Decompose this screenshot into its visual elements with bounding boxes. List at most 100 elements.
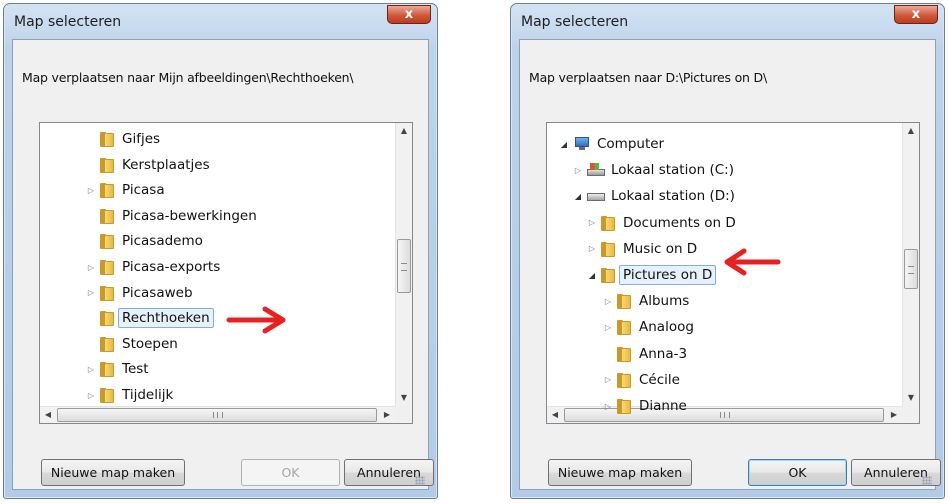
scroll-right-arrow-icon[interactable]: ▶	[379, 407, 395, 423]
vertical-scroll-thumb[interactable]	[397, 239, 411, 293]
scroll-down-arrow-icon[interactable]: ▼	[903, 390, 919, 406]
new-folder-button[interactable]: Nieuwe map maken	[548, 459, 692, 486]
tree-item[interactable]: Picasa-bewerkingen	[84, 204, 257, 228]
tree-item[interactable]: ▷ Picasa-exports	[84, 255, 220, 279]
collapse-arrow-icon[interactable]: ◢	[585, 271, 599, 280]
tree-item-label: Cécile	[639, 371, 680, 388]
red-arrow-left-icon	[724, 248, 781, 276]
folder-icon	[100, 233, 114, 250]
tree-item[interactable]: ▷ Picasa	[84, 178, 165, 202]
select-folder-dialog-left: Map selecteren x Map verplaatsen naar Mi…	[3, 3, 438, 499]
resize-grip-icon[interactable]	[922, 476, 932, 486]
scrollbar-corner	[902, 406, 919, 423]
tree-item[interactable]: Kerstplaatjes	[84, 153, 210, 177]
tree-item[interactable]: ◢ Pictures on D	[585, 263, 717, 287]
tree-item[interactable]: ▷ Music on D	[585, 237, 697, 261]
collapse-arrow-icon[interactable]: ◢	[557, 140, 571, 149]
expand-arrow-icon[interactable]: ▷	[84, 391, 98, 400]
expand-arrow-icon[interactable]: ▷	[601, 297, 615, 306]
tree-item[interactable]: ◢ Lokaal station (D:)	[571, 184, 735, 208]
tree-item-label: Computer	[597, 136, 665, 152]
tree-item-label: Pictures on D	[619, 265, 717, 285]
expand-arrow-icon[interactable]: ▷	[585, 244, 599, 253]
scrollbar-corner	[395, 406, 412, 423]
tree-item[interactable]: ▷ Test	[84, 357, 149, 381]
scroll-left-arrow-icon[interactable]: ◀	[40, 407, 56, 423]
expand-arrow-icon[interactable]: ▷	[601, 323, 615, 332]
expand-arrow-icon[interactable]: ▷	[84, 263, 98, 272]
folder-icon	[601, 215, 615, 231]
vertical-scroll-thumb[interactable]	[904, 249, 918, 289]
folder-icon	[100, 387, 114, 403]
folder-icon	[601, 241, 615, 257]
expand-arrow-icon[interactable]: ▷	[84, 365, 98, 374]
scroll-up-arrow-icon[interactable]: ▲	[903, 123, 919, 139]
folder-tree[interactable]: ▲ ▼ ◀ ▶ Gifjes Kerstplaatjes ▷ Picasa Picasa…	[39, 122, 413, 424]
tree-item[interactable]: Stoepen	[84, 332, 178, 356]
tree-item[interactable]: Gifjes	[84, 127, 160, 151]
tree-item-label: Rechthoeken	[118, 308, 214, 329]
close-button[interactable]: x	[387, 5, 431, 24]
scroll-right-arrow-icon[interactable]: ▶	[886, 407, 902, 423]
folder-icon	[100, 131, 114, 147]
tree-item[interactable]: ◢ Computer	[557, 132, 664, 156]
dialog-title: Map selecteren	[521, 14, 629, 30]
tree-item-label: Picasaweb	[122, 284, 193, 301]
tree-item-label: Tijdelijk	[122, 387, 174, 403]
vertical-scrollbar[interactable]: ▲ ▼	[902, 123, 919, 406]
dialog-title: Map selecteren	[14, 14, 122, 30]
vertical-scrollbar[interactable]: ▲ ▼	[395, 123, 412, 406]
tree-item[interactable]: ▷ Lokaal station (C:)	[571, 158, 734, 182]
tree-item-label: Picasa-bewerkingen	[122, 207, 257, 224]
folder-icon	[100, 259, 114, 275]
ok-button[interactable]: OK	[241, 459, 340, 486]
grip-icon	[213, 412, 223, 418]
tree-item[interactable]: ▷ Tijdelijk	[84, 383, 173, 407]
tree-item-label: Kerstplaatjes	[122, 156, 210, 173]
folder-icon	[617, 346, 631, 362]
collapse-arrow-icon[interactable]: ◢	[571, 192, 585, 201]
folder-icon	[601, 267, 615, 283]
folder-icon	[100, 182, 114, 199]
expand-arrow-icon[interactable]: ▷	[84, 288, 98, 297]
horizontal-scrollbar[interactable]: ◀ ▶	[40, 406, 395, 423]
tree-item-label: Documents on D	[623, 214, 736, 231]
ok-button[interactable]: OK	[748, 459, 847, 486]
tree-item[interactable]: ▷ Documents on D	[585, 211, 736, 235]
new-folder-button[interactable]: Nieuwe map maken	[41, 459, 185, 486]
expand-arrow-icon[interactable]: ▷	[585, 218, 599, 227]
tree-item[interactable]: Rechthoeken	[84, 306, 214, 330]
folder-icon	[617, 319, 631, 336]
expand-arrow-icon[interactable]: ▷	[84, 186, 98, 195]
scroll-left-arrow-icon[interactable]: ◀	[547, 407, 563, 423]
grip-icon	[720, 412, 730, 418]
tree-item[interactable]: ▷ Albums	[601, 289, 689, 313]
tree-item[interactable]: Anna-3	[601, 342, 687, 366]
folder-icon	[100, 157, 114, 173]
tree-item[interactable]: ▷ Dianne	[601, 394, 687, 418]
tree-item-label: Stoepen	[122, 335, 178, 352]
folder-icon	[100, 285, 114, 301]
close-icon: x	[404, 7, 414, 22]
tree-item-label: Analoog	[639, 319, 694, 336]
horizontal-scroll-thumb[interactable]	[57, 408, 377, 422]
scroll-up-arrow-icon[interactable]: ▲	[396, 123, 412, 139]
expand-arrow-icon[interactable]: ▷	[571, 166, 585, 175]
tree-item[interactable]: ▷ Cécile	[601, 368, 680, 392]
close-icon: x	[911, 7, 921, 22]
resize-grip-icon[interactable]	[415, 476, 425, 486]
close-button[interactable]: x	[894, 5, 938, 24]
instruction-text: Map verplaatsen naar D:\Pictures on D\	[529, 70, 767, 85]
grip-icon	[908, 266, 914, 274]
tree-item[interactable]: ▷ Picasaweb	[84, 281, 193, 305]
tree-item-label: Test	[122, 361, 149, 378]
tree-item-label: Anna-3	[639, 345, 688, 362]
tree-item[interactable]: ▷ Analoog	[601, 315, 694, 339]
drive-d-icon	[587, 193, 605, 203]
tree-item[interactable]: Picasademo	[84, 229, 203, 253]
expand-arrow-icon[interactable]: ▷	[601, 375, 615, 384]
folder-icon	[100, 336, 114, 352]
expand-arrow-icon[interactable]: ▷	[601, 402, 615, 411]
scroll-down-arrow-icon[interactable]: ▼	[396, 390, 412, 406]
folder-icon	[617, 293, 631, 310]
